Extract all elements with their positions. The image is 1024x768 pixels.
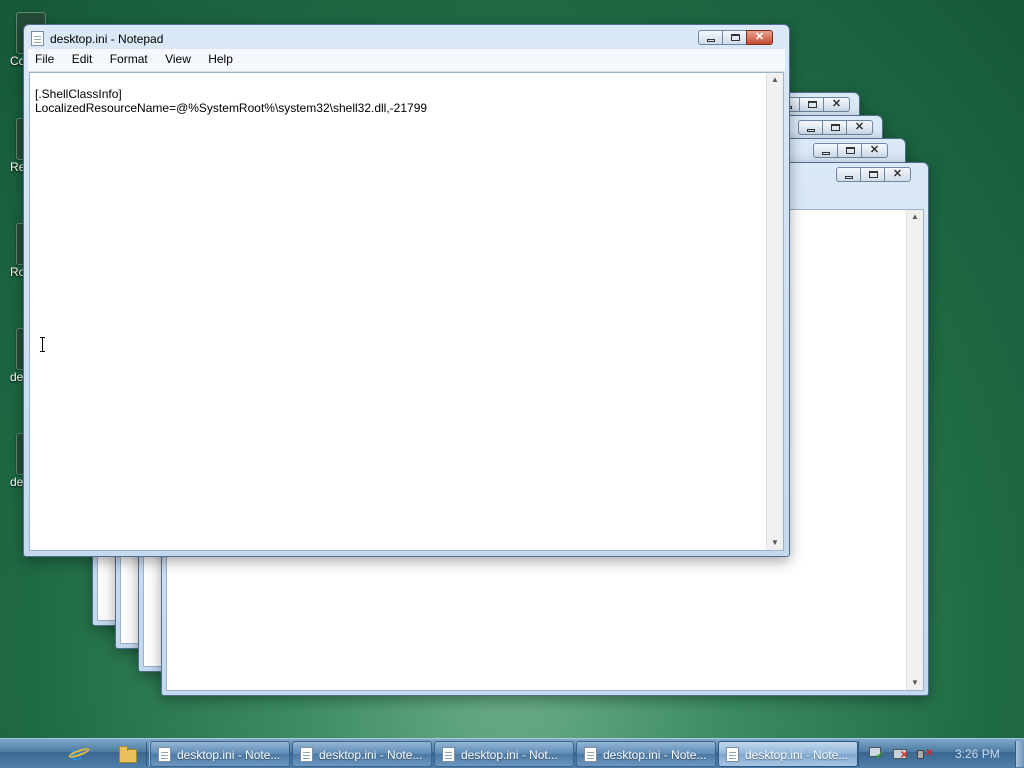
window-controls	[798, 120, 873, 137]
internet-explorer-icon[interactable]	[70, 741, 90, 765]
maximize-icon[interactable]	[837, 143, 862, 158]
menu-edit[interactable]: Edit	[65, 49, 100, 66]
editor-line: LocalizedResourceName=@%SystemRoot%\syst…	[35, 101, 428, 115]
volume-muted-icon[interactable]	[917, 747, 933, 761]
window-controls	[836, 167, 911, 184]
minimize-icon[interactable]	[798, 120, 823, 135]
taskbar-button-label: desktop.ini - Note...	[319, 748, 423, 762]
menu-help[interactable]: Help	[201, 49, 240, 66]
vertical-scrollbar[interactable]: ▲ ▼	[906, 210, 923, 690]
maximize-icon[interactable]	[799, 97, 824, 112]
taskbar: desktop.ini - Note... desktop.ini - Note…	[0, 738, 1024, 768]
folder-icon[interactable]	[118, 744, 138, 764]
notepad-icon	[584, 747, 597, 762]
taskbar-button-label: desktop.ini - Note...	[745, 748, 849, 762]
clock[interactable]: 3:26 PM	[955, 747, 1000, 761]
notepad-icon	[158, 747, 171, 762]
taskbar-button-label: desktop.ini - Not...	[461, 748, 558, 762]
scroll-up-icon[interactable]: ▲	[907, 210, 923, 224]
menu-bar: File Edit Format View Help	[28, 49, 785, 72]
taskbar-button-notepad-2[interactable]: desktop.ini - Note...	[292, 741, 432, 767]
system-tray: 3:26 PM	[858, 741, 1019, 767]
scroll-down-icon[interactable]: ▼	[907, 676, 923, 690]
window-title: desktop.ini - Notepad	[50, 32, 164, 46]
notepad-icon	[726, 747, 739, 762]
power-icon[interactable]	[893, 747, 909, 761]
menu-file[interactable]: File	[28, 49, 61, 66]
window-controls	[813, 143, 888, 160]
taskbar-button-notepad-1[interactable]: desktop.ini - Note...	[150, 741, 290, 767]
notepad-icon	[300, 747, 313, 762]
text-editor[interactable]: [.ShellClassInfo] LocalizedResourceName=@…	[29, 72, 784, 551]
vertical-scrollbar[interactable]: ▲ ▼	[766, 73, 783, 550]
minimize-icon[interactable]	[836, 167, 861, 182]
close-icon[interactable]	[861, 143, 888, 158]
menu-format[interactable]: Format	[103, 49, 155, 66]
close-icon[interactable]	[846, 120, 873, 135]
close-icon[interactable]	[746, 30, 773, 45]
show-desktop-button[interactable]	[1015, 741, 1024, 767]
taskbar-button-label: desktop.ini - Note...	[177, 748, 281, 762]
scroll-up-icon[interactable]: ▲	[767, 73, 783, 87]
maximize-icon[interactable]	[722, 30, 747, 45]
taskbar-button-notepad-4[interactable]: desktop.ini - Note...	[576, 741, 716, 767]
editor-content[interactable]: [.ShellClassInfo] LocalizedResourceName=@…	[35, 87, 427, 115]
close-icon[interactable]	[823, 97, 850, 112]
network-icon[interactable]	[869, 747, 885, 762]
maximize-icon[interactable]	[822, 120, 847, 135]
menu-view[interactable]: View	[158, 49, 198, 66]
notepad-window[interactable]: desktop.ini - Notepad File Edit Format V…	[23, 24, 790, 557]
notepad-icon	[442, 747, 455, 762]
taskbar-button-notepad-5[interactable]: desktop.ini - Note...	[718, 741, 858, 767]
ibeam-cursor-icon	[40, 337, 46, 352]
minimize-icon[interactable]	[698, 30, 723, 45]
close-icon[interactable]	[884, 167, 911, 182]
scroll-down-icon[interactable]: ▼	[767, 536, 783, 550]
maximize-icon[interactable]	[860, 167, 885, 182]
minimize-icon[interactable]	[813, 143, 838, 158]
window-controls	[698, 30, 773, 47]
taskbar-button-label: desktop.ini - Note...	[603, 748, 707, 762]
taskbar-button-notepad-3[interactable]: desktop.ini - Not...	[434, 741, 574, 767]
notepad-icon	[31, 31, 44, 46]
editor-line: [.ShellClassInfo]	[35, 87, 122, 101]
